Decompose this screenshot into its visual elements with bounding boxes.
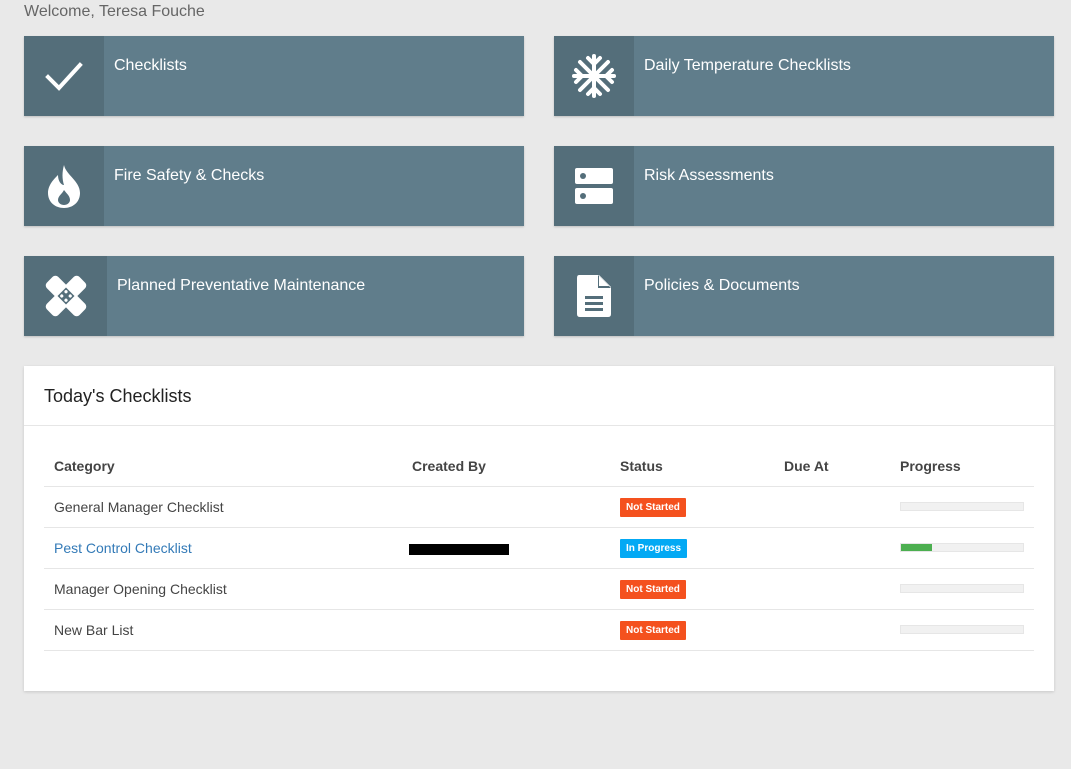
cell-status: Not Started [610, 486, 774, 528]
table-row[interactable]: Pest Control Checklist In Progress [44, 527, 1034, 569]
tile-checklists[interactable]: Checklists [24, 36, 524, 116]
tile-fire-safety[interactable]: Fire Safety & Checks [24, 146, 524, 226]
cell-due-at [774, 568, 890, 610]
cell-progress [890, 568, 1034, 610]
column-header-status: Status [610, 446, 774, 487]
status-badge: Not Started [620, 579, 686, 599]
tile-risk-assessments[interactable]: Risk Assessments [554, 146, 1054, 226]
document-icon [554, 256, 634, 336]
table-row[interactable]: New Bar List Not Started [44, 609, 1034, 651]
cell-progress [890, 486, 1034, 528]
bandage-icon [24, 256, 107, 336]
column-header-progress: Progress [890, 446, 1034, 487]
cell-category: Manager Opening Checklist [44, 568, 402, 610]
status-badge: In Progress [620, 538, 688, 558]
progress-fill [901, 544, 932, 551]
column-header-due-at: Due At [774, 446, 890, 487]
cell-due-at [774, 527, 890, 569]
cell-created-by [402, 568, 610, 610]
table-header-row: Category Created By Status Due At Progre… [44, 446, 1034, 487]
server-icon [554, 146, 634, 226]
tile-planned-preventative-maintenance[interactable]: Planned Preventative Maintenance [24, 256, 524, 336]
cell-status: In Progress [610, 527, 774, 569]
tile-label: Fire Safety & Checks [114, 167, 265, 184]
cell-category: New Bar List [44, 609, 402, 651]
tile-label: Checklists [114, 57, 187, 74]
table-row[interactable]: General Manager Checklist Not Started [44, 486, 1034, 528]
checklists-table: Category Created By Status Due At Progre… [44, 446, 1034, 651]
column-header-created-by: Created By [402, 446, 610, 487]
cell-status: Not Started [610, 568, 774, 610]
tile-policies-documents[interactable]: Policies & Documents [554, 256, 1054, 336]
tile-label: Risk Assessments [644, 167, 774, 184]
table-row[interactable]: Manager Opening Checklist Not Started [44, 568, 1034, 610]
snowflake-icon [554, 36, 634, 116]
panel-title: Today's Checklists [24, 366, 1054, 426]
welcome-message: Welcome, Teresa Fouche [24, 3, 205, 20]
cell-progress [890, 609, 1034, 651]
cell-created-by [402, 527, 610, 569]
cell-due-at [774, 609, 890, 651]
cell-created-by [402, 609, 610, 651]
progress-bar [900, 625, 1024, 634]
tile-label: Policies & Documents [644, 277, 800, 294]
progress-bar [900, 543, 1024, 552]
cell-due-at [774, 486, 890, 528]
redacted-name [409, 543, 509, 555]
status-badge: Not Started [620, 620, 686, 640]
status-badge: Not Started [620, 497, 686, 517]
cell-created-by [402, 486, 610, 528]
cell-status: Not Started [610, 609, 774, 651]
checkmark-icon [24, 36, 104, 116]
tile-label: Daily Temperature Checklists [644, 57, 851, 74]
cell-progress [890, 527, 1034, 569]
progress-bar [900, 502, 1024, 511]
tile-label: Planned Preventative Maintenance [117, 277, 366, 294]
progress-bar [900, 584, 1024, 593]
cell-category-link[interactable]: Pest Control Checklist [44, 527, 402, 569]
column-header-category: Category [44, 446, 402, 487]
cell-category: General Manager Checklist [44, 486, 402, 528]
fire-icon [24, 146, 104, 226]
tile-daily-temperature-checklists[interactable]: Daily Temperature Checklists [554, 36, 1054, 116]
todays-checklists-panel: Today's Checklists Category Created By S… [24, 366, 1054, 691]
